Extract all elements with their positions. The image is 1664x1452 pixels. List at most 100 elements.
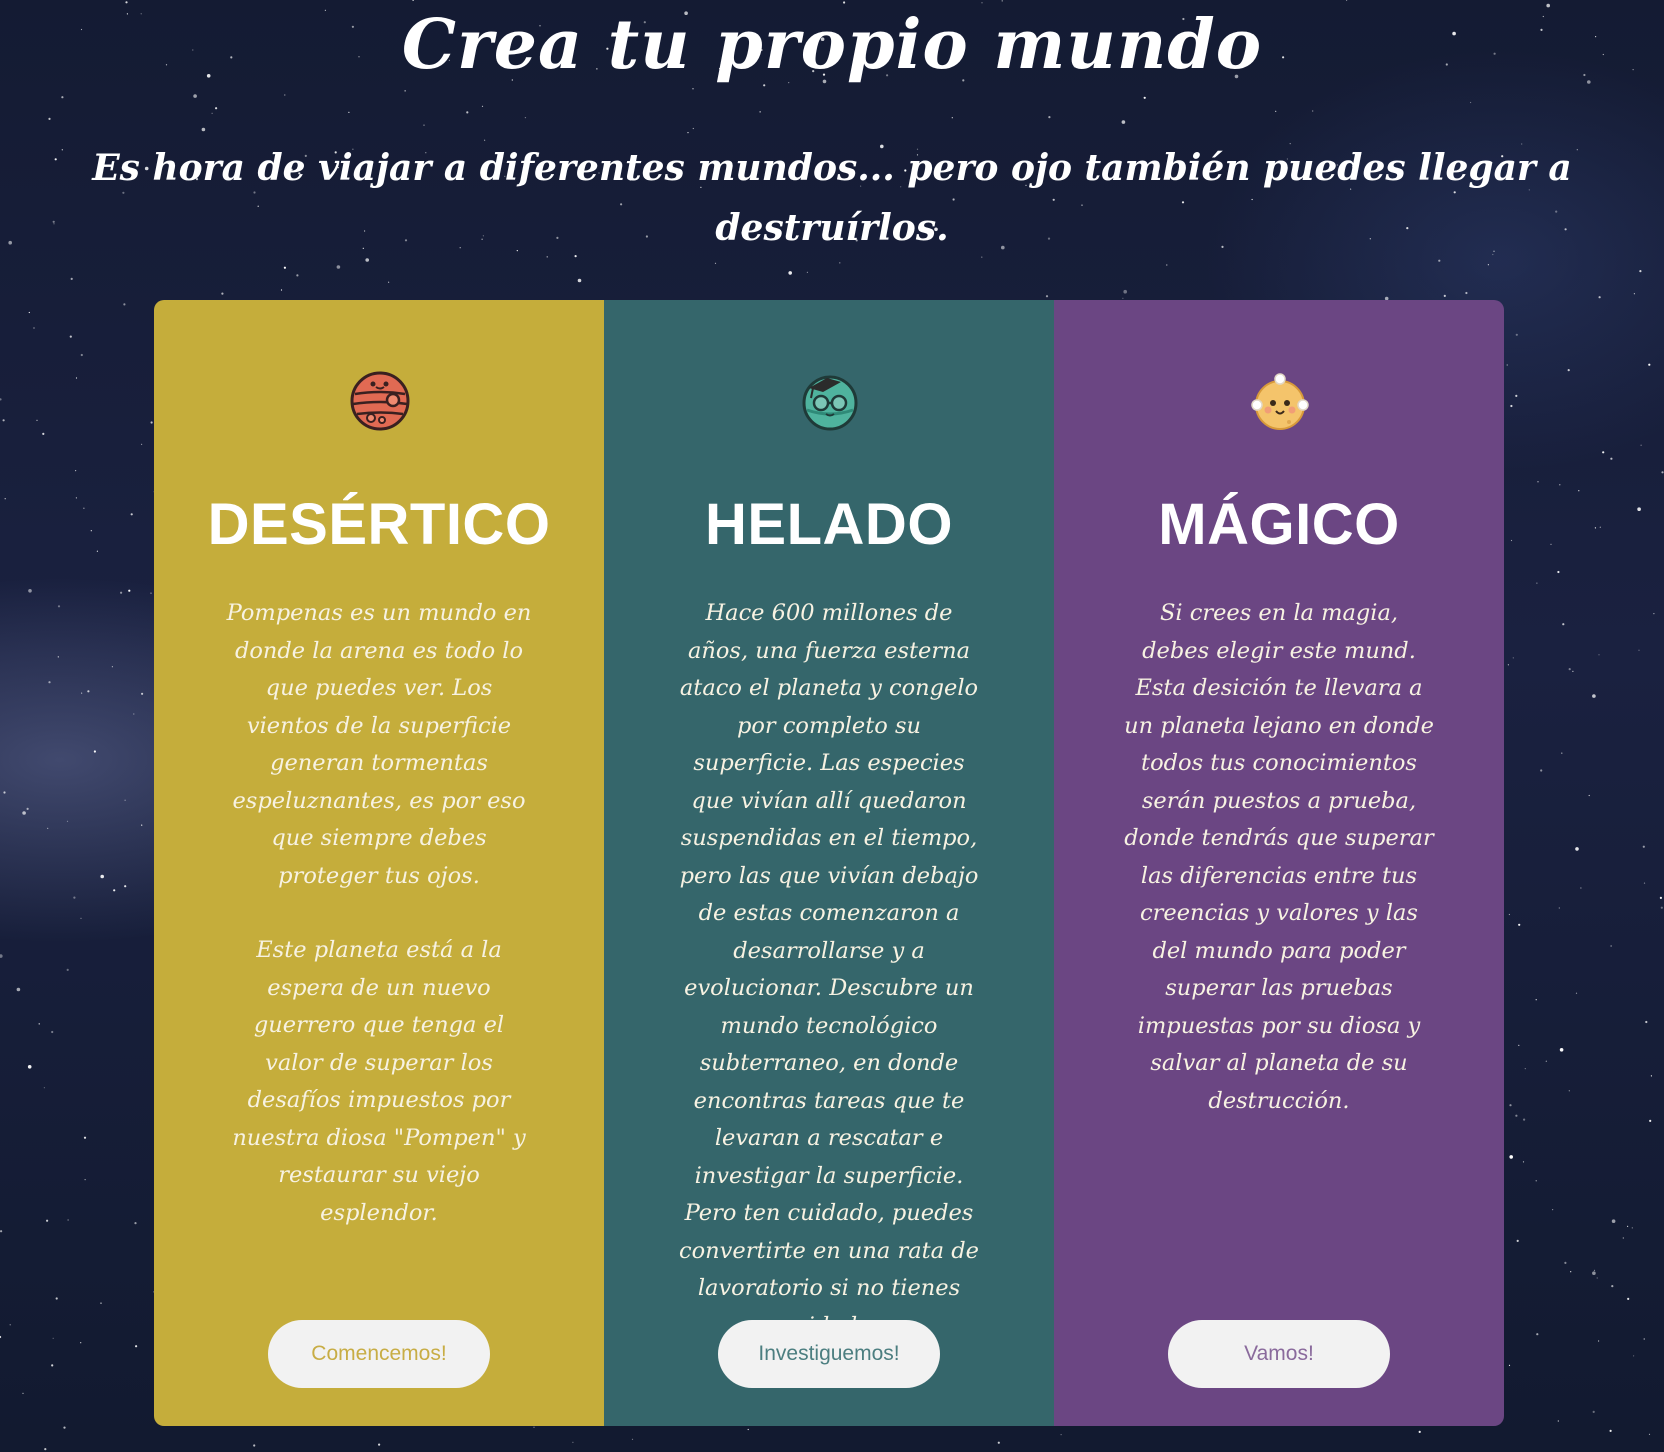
star <box>1570 1271 1572 1273</box>
star <box>1598 1340 1600 1342</box>
star <box>378 1443 381 1446</box>
star <box>0 1335 2 1339</box>
star <box>1593 1269 1596 1271</box>
star <box>93 750 96 753</box>
star <box>128 589 131 592</box>
star <box>1580 887 1582 889</box>
star <box>80 917 82 919</box>
star <box>1661 471 1664 474</box>
card-desertico: DESÉRTICO Pompenas es un mundo en donde … <box>154 300 604 1426</box>
star <box>1510 404 1513 408</box>
star <box>1060 1434 1062 1436</box>
star <box>423 124 425 126</box>
star <box>1643 882 1646 884</box>
star <box>211 112 213 114</box>
star <box>75 377 78 379</box>
star <box>1508 1364 1511 1366</box>
star <box>36 419 38 421</box>
star <box>1564 1261 1567 1264</box>
star <box>1510 539 1513 542</box>
vamos-button[interactable]: Vamos! <box>1168 1320 1390 1388</box>
star <box>134 1222 137 1225</box>
star <box>1627 1297 1630 1300</box>
star <box>1512 657 1514 659</box>
star <box>1558 907 1560 909</box>
star <box>1588 794 1590 797</box>
star <box>124 799 126 801</box>
star <box>1640 444 1642 446</box>
star <box>788 271 792 275</box>
star <box>1535 1180 1537 1182</box>
star <box>577 278 582 283</box>
star <box>133 713 135 715</box>
comencemos-button[interactable]: Comencemos! <box>268 1320 490 1388</box>
star <box>193 94 197 98</box>
card-paragraph: Este planeta está a la espera de un nuev… <box>232 937 526 1226</box>
star <box>747 1428 749 1431</box>
star <box>215 107 218 110</box>
star <box>75 470 77 472</box>
star <box>130 513 133 516</box>
star <box>1507 664 1509 666</box>
star <box>572 1441 574 1443</box>
star <box>283 266 286 269</box>
star <box>336 265 341 269</box>
star <box>100 874 104 879</box>
star <box>533 1426 535 1428</box>
star <box>4 498 6 500</box>
star <box>1559 1048 1564 1052</box>
star <box>1627 1225 1629 1227</box>
star <box>69 335 72 338</box>
star <box>1552 1209 1554 1211</box>
card-description: Hace 600 millones de años, una fuerza es… <box>674 595 984 1382</box>
star <box>1122 297 1124 299</box>
star <box>1575 847 1579 851</box>
star <box>687 132 689 134</box>
star <box>52 1337 54 1339</box>
investiguemos-button[interactable]: Investiguemos! <box>718 1320 940 1388</box>
star <box>27 1065 32 1069</box>
star <box>1645 1020 1648 1024</box>
star <box>466 111 469 114</box>
star <box>1540 769 1543 772</box>
star <box>123 303 126 306</box>
star <box>1561 752 1563 754</box>
star <box>1143 96 1146 99</box>
star <box>0 398 2 401</box>
star <box>280 289 283 291</box>
star <box>1312 110 1314 112</box>
star <box>1048 116 1051 119</box>
card-paragraph: Pompenas es un mundo en donde la arena e… <box>226 600 532 889</box>
star <box>73 896 76 899</box>
page-subtitle: Es hora de viajar a diferentes mundos...… <box>92 147 1572 249</box>
star <box>120 591 123 594</box>
star <box>1443 294 1446 297</box>
star <box>1598 654 1600 656</box>
star <box>90 530 92 532</box>
star <box>404 90 406 92</box>
card-title: HELADO <box>705 492 953 557</box>
star <box>141 824 143 826</box>
star <box>1537 481 1539 483</box>
star <box>714 262 717 264</box>
star <box>1572 670 1574 673</box>
star <box>1622 1237 1624 1239</box>
star <box>16 987 21 992</box>
star <box>33 327 35 329</box>
star <box>1568 1090 1570 1092</box>
card-helado: HELADO Hace 600 millones de años, una fu… <box>604 300 1054 1426</box>
star <box>1610 457 1613 460</box>
star <box>124 885 127 888</box>
star <box>1562 623 1565 626</box>
star <box>28 589 32 593</box>
star <box>997 1441 1000 1444</box>
star <box>150 421 153 424</box>
star <box>1515 1114 1518 1117</box>
star <box>1575 992 1578 994</box>
star <box>1609 1429 1612 1432</box>
star <box>75 497 77 499</box>
star <box>296 274 299 277</box>
card-title: DESÉRTICO <box>207 492 551 557</box>
star <box>1594 527 1596 529</box>
star <box>80 1342 82 1344</box>
